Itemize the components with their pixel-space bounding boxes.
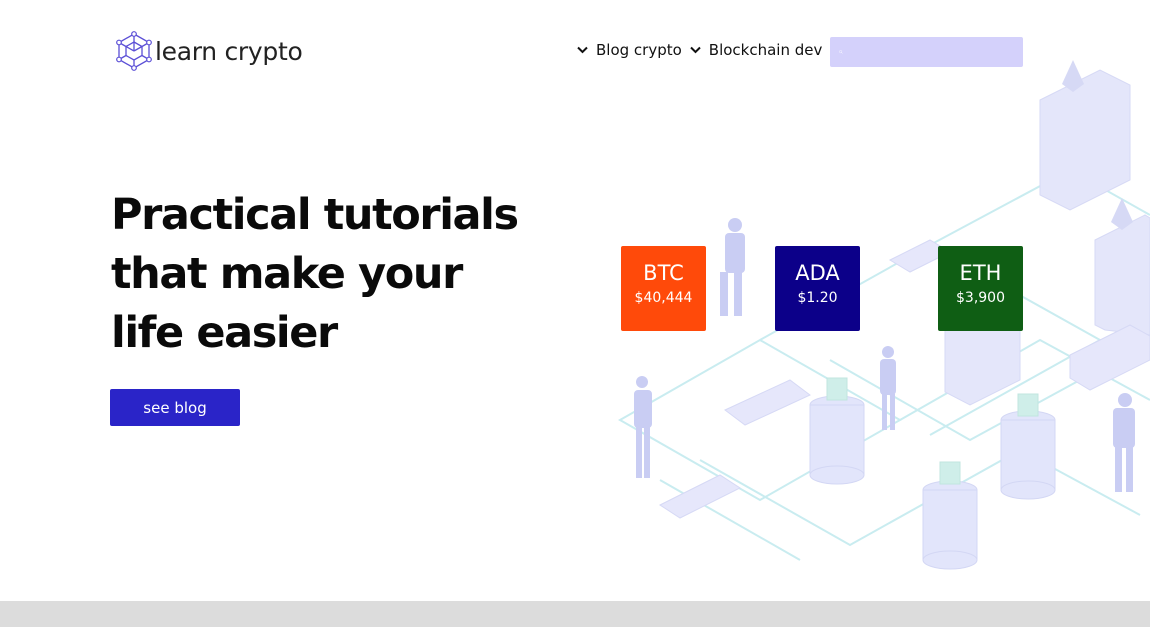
blockchain-cube-icon [116,31,152,71]
footer-band [0,601,1150,627]
see-blog-button[interactable]: see blog [110,389,240,426]
chevron-down-icon [577,46,588,54]
coin-symbol: ETH [959,261,1002,285]
nav-item-blog-crypto[interactable]: Blog crypto [576,41,682,59]
logo-text: learn crypto [155,36,303,66]
chevron-down-icon [690,46,701,54]
main-nav: Blog crypto Blockchain dev [576,41,822,59]
hero-title-line: Practical tutorials [111,190,519,240]
coin-price: $3,900 [956,290,1005,306]
nav-label-blockchain-dev: Blockchain dev [708,41,823,59]
coin-price: $1.20 [797,290,838,306]
nav-item-blockchain-dev[interactable]: Blockchain dev [689,41,823,59]
coin-card-btc[interactable]: BTC $40,444 [621,246,706,331]
coin-price: $40,444 [634,290,693,306]
coin-card-ada[interactable]: ADA $1.20 [775,246,860,331]
coin-symbol: ADA [795,261,840,285]
hero-title: Practical tutorials that make your life … [111,186,531,363]
coin-card-eth[interactable]: ETH $3,900 [938,246,1023,331]
logo[interactable]: learn crypto [115,30,303,72]
hero-title-line: life easier [111,308,338,358]
search-icon [839,50,843,54]
hero-title-line: that make your [111,249,463,299]
coin-symbol: BTC [643,261,684,285]
nav-label-blog-crypto: Blog crypto [596,41,682,59]
